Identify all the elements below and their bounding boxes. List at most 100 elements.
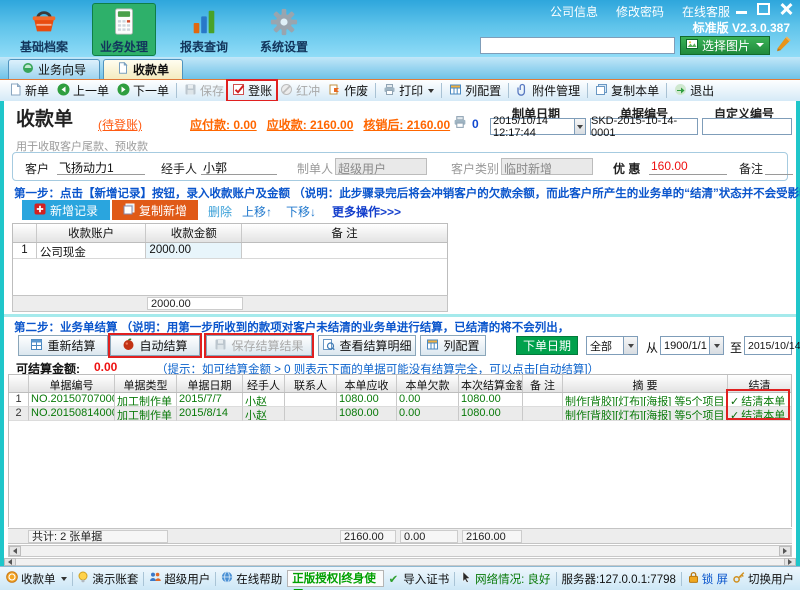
header-note[interactable]: 备 注 xyxy=(242,224,447,242)
header-owed[interactable]: 本单欠款 xyxy=(397,375,459,392)
table-row[interactable]: 1 NO.201507070001 加工制作单 2015/7/7 小赵 1080… xyxy=(9,393,791,407)
row-doc-type[interactable]: 加工制作单 xyxy=(115,393,177,407)
maximize-icon[interactable] xyxy=(757,3,770,15)
filter-all-combo[interactable]: 全部 xyxy=(586,336,638,355)
prev-doc-button[interactable]: 上一单 xyxy=(53,81,113,100)
table-horizontal-scrollbar[interactable] xyxy=(8,545,792,557)
note-field[interactable] xyxy=(765,158,793,175)
status-account-set[interactable]: 演示账套 xyxy=(77,571,138,587)
auto-settle-button[interactable]: 自动结算 xyxy=(110,335,200,356)
row-contact[interactable] xyxy=(285,393,337,407)
panel-splitter[interactable] xyxy=(4,314,796,317)
table-row[interactable]: 1 公司现金 2000.00 xyxy=(13,243,447,259)
row-handler[interactable]: 小赵 xyxy=(243,407,285,421)
status-import-cert[interactable]: ✔ 导入证书 xyxy=(389,571,450,587)
row-receivable[interactable]: 1080.00 xyxy=(337,393,397,407)
status-doc-type[interactable]: 收款单 xyxy=(6,571,67,587)
row-doc-date[interactable]: 2015/8/14 xyxy=(177,407,243,421)
post-button[interactable]: 登账 xyxy=(228,81,276,100)
table-row[interactable]: 2 NO.201508140001 加工制作单 2015/8/14 小赵 108… xyxy=(9,407,791,421)
row-doc-type[interactable]: 加工制作单 xyxy=(115,407,177,421)
close-icon[interactable] xyxy=(779,3,792,15)
row-handler[interactable]: 小赵 xyxy=(243,393,285,407)
row-settled[interactable]: ✓结清本单 xyxy=(728,407,791,421)
row-note[interactable] xyxy=(523,393,563,407)
status-lock-screen[interactable]: 锁 屏 xyxy=(687,571,728,587)
chevron-down-icon[interactable] xyxy=(709,337,723,354)
horn-icon[interactable] xyxy=(775,35,792,55)
more-actions-link[interactable]: 更多操作>>> xyxy=(332,203,401,220)
row-settle-amount[interactable]: 1080.00 xyxy=(459,407,523,421)
discount-field[interactable]: 160.00 xyxy=(649,158,727,175)
nav-base-archives[interactable]: 基础档案 xyxy=(12,3,76,56)
nav-system-settings[interactable]: 系统设置 xyxy=(252,3,316,56)
copy-doc-button[interactable]: 复制本单 xyxy=(591,81,663,100)
scroll-left-icon[interactable] xyxy=(9,546,21,556)
delete-row-link[interactable]: 删除 xyxy=(208,203,232,220)
change-password-link[interactable]: 修改密码 xyxy=(616,3,664,20)
row-settle-amount[interactable]: 1080.00 xyxy=(459,393,523,407)
docno-field[interactable]: SKD-2015-10-14-0001 xyxy=(590,118,698,135)
tab-receipt-form[interactable]: 收款单 xyxy=(103,59,183,79)
copy-add-button[interactable]: 复制新增 xyxy=(112,200,198,220)
scroll-right-icon[interactable] xyxy=(779,546,791,556)
order-date-button[interactable]: 下单日期 xyxy=(516,336,578,355)
pick-image-button[interactable]: 选择图片 xyxy=(680,36,770,55)
customer-field[interactable]: 飞扬动力1 xyxy=(57,158,145,175)
add-record-button[interactable]: 新增记录 xyxy=(22,200,110,220)
void-button[interactable]: 作废 xyxy=(324,81,372,100)
row-doc-no[interactable]: NO.201507070001 xyxy=(29,393,115,407)
header-contact[interactable]: 联系人 xyxy=(285,375,337,392)
resettle-button[interactable]: 重新结算 xyxy=(18,335,108,356)
row-summary[interactable]: 制作[背胶][灯布][海报] 等5个项目 xyxy=(563,407,728,421)
header-handler[interactable]: 经手人 xyxy=(243,375,285,392)
header-note[interactable]: 备 注 xyxy=(523,375,563,392)
header-settled[interactable]: 结清 xyxy=(728,375,791,392)
panel-horizontal-scrollbar[interactable] xyxy=(4,558,796,566)
nav-report-query[interactable]: 报表查询 xyxy=(172,3,236,56)
minimize-icon[interactable] xyxy=(735,3,748,15)
settle-column-config-button[interactable]: 列配置 xyxy=(420,335,486,356)
row-account[interactable]: 公司现金 xyxy=(37,243,147,259)
scroll-left-icon[interactable] xyxy=(4,558,16,566)
tab-business-wizard[interactable]: 业务向导 xyxy=(8,59,100,79)
header-receivable[interactable]: 本单应收 xyxy=(337,375,397,392)
row-contact[interactable] xyxy=(285,407,337,421)
status-user[interactable]: 超级用户 xyxy=(149,571,210,587)
header-doc-no[interactable]: 单据编号 xyxy=(29,375,115,392)
header-summary[interactable]: 摘 要 xyxy=(563,375,728,392)
new-doc-button[interactable]: 新单 xyxy=(5,81,53,100)
row-settled[interactable]: ✓结清本单 xyxy=(728,393,791,407)
nav-business-processing[interactable]: 业务处理 xyxy=(92,3,156,56)
row-doc-date[interactable]: 2015/7/7 xyxy=(177,393,243,407)
chevron-down-icon[interactable] xyxy=(623,337,637,354)
view-settle-detail-button[interactable]: 查看结算明细 xyxy=(318,335,416,356)
handler-field[interactable]: 小郭 xyxy=(201,158,277,175)
company-info-link[interactable]: 公司信息 xyxy=(550,3,598,20)
header-doc-date[interactable]: 单据日期 xyxy=(177,375,243,392)
row-receivable[interactable]: 1080.00 xyxy=(337,407,397,421)
to-date-combo[interactable]: 2015/10/14 xyxy=(744,336,792,355)
banner-image-input[interactable] xyxy=(480,37,675,54)
header-doc-type[interactable]: 单据类型 xyxy=(115,375,177,392)
row-note[interactable] xyxy=(242,243,447,259)
column-config-button[interactable]: 列配置 xyxy=(445,81,505,100)
exit-button[interactable]: 退出 xyxy=(670,81,718,100)
chevron-down-icon[interactable] xyxy=(574,119,585,134)
row-owed[interactable]: 0.00 xyxy=(397,393,459,407)
customno-field[interactable] xyxy=(702,118,792,135)
row-amount[interactable]: 2000.00 xyxy=(146,243,242,259)
online-service-link[interactable]: 在线客服 xyxy=(682,3,730,20)
header-amount[interactable]: 收款金额 xyxy=(146,224,242,242)
date-combo[interactable]: 2015/10/14 12:17:44 xyxy=(490,118,586,135)
attachment-button[interactable]: 附件管理 xyxy=(512,81,584,100)
row-doc-no[interactable]: NO.201508140001 xyxy=(29,407,115,421)
next-doc-button[interactable]: 下一单 xyxy=(113,81,173,100)
row-note[interactable] xyxy=(523,407,563,421)
from-date-combo[interactable]: 1900/1/1 xyxy=(660,336,724,355)
print-button[interactable]: 打印 xyxy=(379,81,438,100)
status-online-help[interactable]: 在线帮助 xyxy=(221,571,282,587)
print-count[interactable]: 0 xyxy=(452,115,479,132)
row-owed[interactable]: 0.00 xyxy=(397,407,459,421)
row-summary[interactable]: 制作[背胶][灯布][海报] 等5个项目 xyxy=(563,393,728,407)
